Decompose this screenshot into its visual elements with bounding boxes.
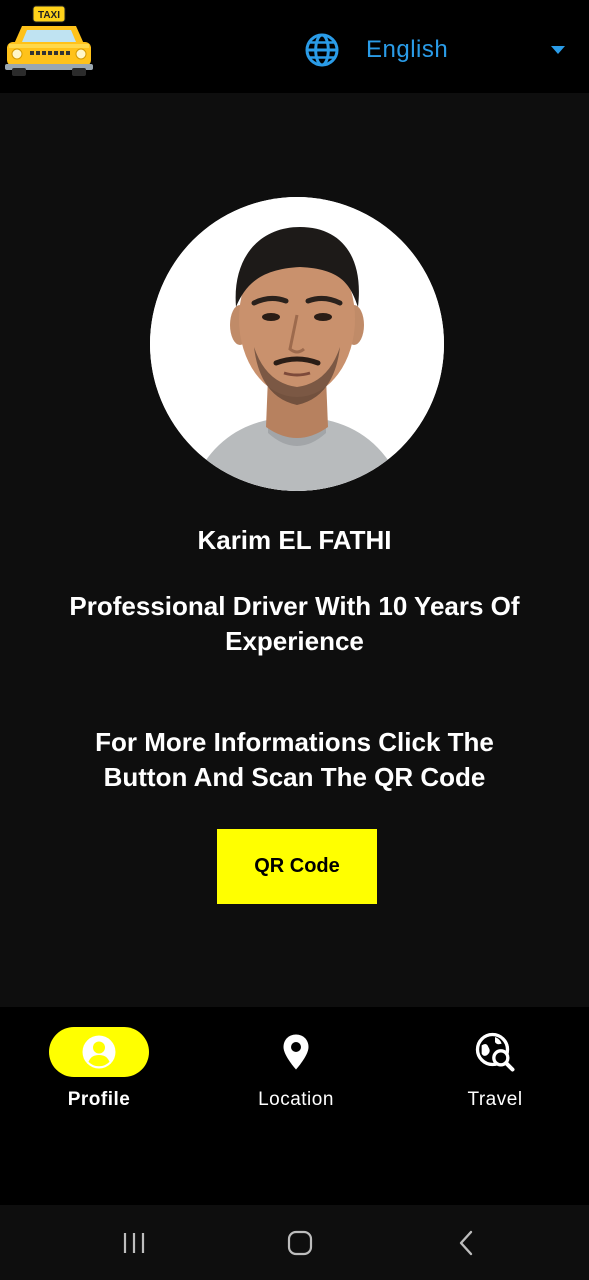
svg-text:TAXI: TAXI [38,10,60,21]
language-selector[interactable]: English [304,30,574,70]
driver-name: Karim EL FATHI [197,525,392,555]
system-navigation-bar [0,1205,589,1280]
back-icon[interactable] [455,1230,479,1256]
nav-item-location[interactable]: Location [216,1027,376,1137]
driver-photo [150,197,444,491]
recent-apps-icon[interactable] [120,1230,150,1256]
language-label: English [366,36,449,63]
nav-label-travel: Travel [467,1089,523,1110]
travel-explore-icon [475,1032,515,1072]
person-icon [82,1035,116,1069]
bottom-navigation: Profile Location Travel [0,1007,589,1205]
top-app-bar: TAXI English [0,0,589,93]
qr-instructions: For More Informations Click The Button A… [95,727,494,792]
globe-icon [305,33,339,67]
nav-label-location: Location [258,1089,334,1110]
nav-item-profile[interactable]: Profile [19,1027,179,1137]
nav-item-travel[interactable]: Travel [415,1027,575,1137]
dropdown-arrow-icon [551,46,565,54]
nav-icon-container [445,1027,545,1077]
nav-active-indicator [49,1027,149,1077]
nav-icon-container [246,1027,346,1077]
location-pin-icon [283,1034,309,1070]
driver-description: Professional Driver With 10 Years Of Exp… [69,591,520,656]
home-icon[interactable] [285,1230,315,1256]
qr-code-button[interactable]: QR Code [217,829,377,904]
nav-label-profile: Profile [67,1089,131,1110]
taxi-logo: TAXI [5,5,93,76]
profile-content: Karim EL FATHI Professional Driver With … [0,93,589,1007]
